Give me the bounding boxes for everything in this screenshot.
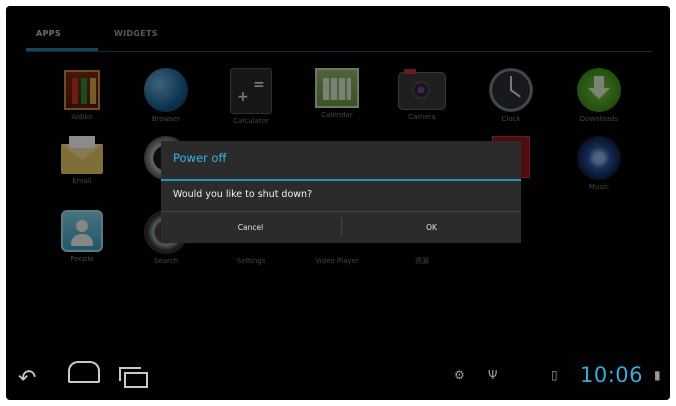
usb-icon: Ψ: [488, 368, 498, 382]
dialog-title: Power off: [173, 151, 227, 165]
debug-icon: ⚙: [454, 368, 465, 382]
status-clock[interactable]: 10:06: [580, 363, 643, 387]
tablet-screen: APPS WIDGETS Aldiko Browser + = Calculato…: [6, 6, 670, 400]
recent-apps-icon[interactable]: [119, 367, 148, 388]
system-bar: ↶ ⚙ Ψ ▯ 10:06 ▮: [6, 356, 670, 400]
dialog-message: Would you like to shut down?: [173, 189, 313, 200]
cancel-button[interactable]: Cancel: [161, 212, 340, 243]
user-icon: ▮: [654, 368, 661, 382]
home-icon[interactable]: [68, 361, 100, 383]
ok-button[interactable]: OK: [342, 212, 521, 243]
dialog-title-divider: [161, 179, 521, 181]
power-off-dialog: Power off Would you like to shut down? C…: [161, 141, 521, 243]
back-icon[interactable]: ↶: [18, 366, 36, 391]
sd-card-icon: ▯: [551, 368, 558, 382]
